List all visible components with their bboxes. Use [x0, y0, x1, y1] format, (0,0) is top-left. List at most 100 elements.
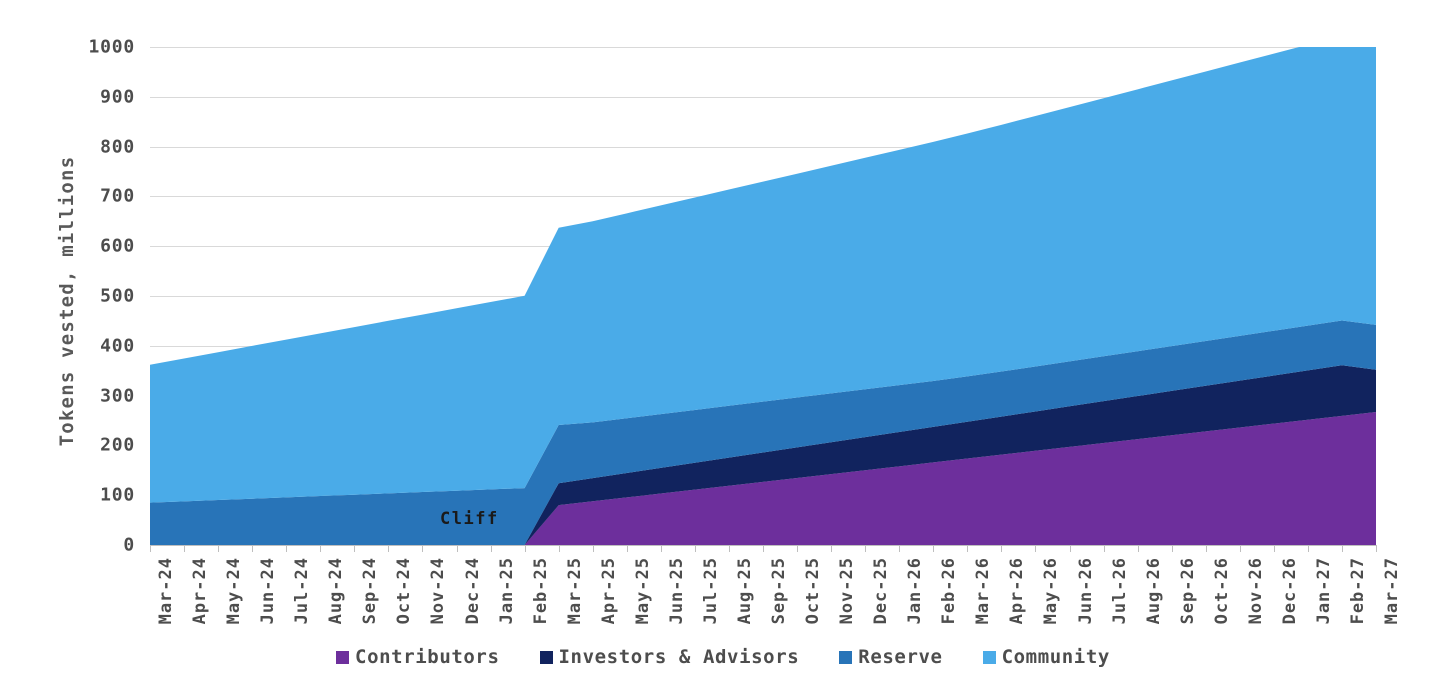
x-axis-tick-label: Feb-27 — [1347, 557, 1368, 625]
x-axis-tick-mark — [1376, 545, 1377, 552]
x-axis-tick-labels: Mar-24 Apr-24 May-24 Jun-24 Jul-24 Aug-24 Sep-… — [0, 545, 1446, 645]
x-axis-tick-mark — [388, 545, 390, 552]
x-axis-tick-mark — [899, 545, 901, 552]
x-axis-tick-mark — [1239, 545, 1241, 552]
x-axis-tick-mark — [865, 545, 867, 552]
x-axis-tick-label: Aug-24 — [326, 557, 347, 625]
y-axis-tick-label: 200 — [100, 434, 135, 456]
x-axis-tick-mark — [831, 545, 833, 552]
x-axis-tick-mark — [1341, 545, 1343, 552]
x-axis-tick-mark — [456, 545, 458, 552]
x-axis-tick-label: Nov-26 — [1245, 557, 1266, 625]
legend-label: Community — [1001, 646, 1110, 668]
x-axis-tick-label: Sep-24 — [360, 557, 381, 625]
x-axis-tick-label: Jul-26 — [1109, 557, 1130, 625]
x-axis-tick-mark — [728, 545, 730, 552]
vesting-area-chart: Tokens vested, millions 0 100 200 300 400 500… — [0, 0, 1446, 698]
x-axis-tick-mark — [1137, 545, 1139, 552]
x-axis-tick-mark — [1205, 545, 1207, 552]
legend-item[interactable]: Investors & Advisors — [539, 646, 800, 668]
x-axis-tick-label: Dec-25 — [871, 557, 892, 625]
x-axis-tick-label: Jun-24 — [258, 557, 279, 625]
x-axis-tick-label: Dec-24 — [462, 557, 483, 625]
x-axis-tick-label: Apr-26 — [1007, 557, 1028, 625]
x-axis-tick-mark — [1069, 545, 1071, 552]
x-axis-tick-mark — [763, 545, 764, 552]
legend-label: Investors & Advisors — [558, 646, 800, 668]
y-axis-tick-label: 500 — [100, 285, 135, 307]
x-axis-tick-label: Jul-24 — [292, 557, 313, 625]
chart-legend: Contributors Investors & Advisors Reserve C… — [0, 646, 1446, 668]
x-axis-tick-label: Sep-25 — [769, 557, 789, 625]
x-axis-tick-label: Sep-26 — [1177, 557, 1198, 625]
x-axis-tick-mark — [1103, 545, 1105, 552]
x-axis-tick-label: Mar-26 — [973, 557, 994, 625]
y-axis-tick-label: 100 — [100, 484, 135, 506]
x-axis-tick-mark — [1273, 545, 1275, 552]
x-axis-tick-label: Jan-26 — [905, 557, 926, 625]
legend-swatch-icon — [982, 650, 996, 664]
x-axis-tick-mark — [422, 545, 424, 552]
x-axis-tick-label: May-25 — [632, 557, 653, 625]
legend-swatch-icon — [839, 650, 853, 664]
legend-label: Reserve — [858, 646, 943, 668]
x-axis-tick-label: Jul-25 — [700, 557, 721, 625]
x-axis-tick-label: Apr-25 — [598, 557, 619, 625]
x-axis-tick-label: Aug-26 — [1143, 557, 1164, 625]
x-axis-tick-label: Feb-26 — [939, 557, 960, 625]
x-axis-tick-mark — [933, 545, 935, 552]
x-axis-tick-label: Oct-25 — [803, 557, 824, 625]
y-axis-tick-label: 900 — [100, 86, 135, 108]
x-axis-tick-mark — [1035, 545, 1037, 552]
x-axis-tick-label: May-26 — [1041, 557, 1062, 625]
x-axis-tick-label: Mar-27 — [1382, 557, 1402, 625]
x-axis-tick-label: Apr-24 — [190, 557, 211, 625]
x-axis-tick-mark — [218, 545, 220, 552]
legend-swatch-icon — [336, 650, 350, 664]
x-axis-tick-mark — [286, 545, 288, 552]
x-axis-tick-label: May-24 — [224, 557, 245, 625]
x-axis-tick-mark — [1307, 545, 1309, 552]
x-axis-tick-label: Oct-26 — [1211, 557, 1232, 625]
x-axis-tick-mark — [558, 545, 560, 552]
x-axis-tick-mark — [490, 545, 492, 552]
x-axis-tick-mark — [626, 545, 628, 552]
y-axis-tick-label: 400 — [100, 335, 135, 357]
x-axis-tick-mark — [184, 545, 186, 552]
y-axis-tick-label: 600 — [100, 235, 135, 257]
x-axis-tick-label: Jun-25 — [666, 557, 687, 625]
y-axis-tick-label: 300 — [100, 385, 135, 407]
x-axis-tick-mark — [252, 545, 254, 552]
x-axis-tick-label: Jan-27 — [1313, 557, 1334, 625]
y-axis-tick-label: 800 — [100, 136, 135, 158]
x-axis-tick-label: Mar-24 — [156, 557, 176, 625]
x-axis-tick-mark — [1001, 545, 1003, 552]
legend-label: Contributors — [355, 646, 500, 668]
x-axis-tick-label: Aug-25 — [734, 557, 755, 625]
x-axis-tick-mark — [354, 545, 356, 552]
x-axis-tick-mark — [150, 545, 151, 552]
x-axis-tick-mark — [592, 545, 594, 552]
x-axis-tick-label: Dec-26 — [1279, 557, 1300, 625]
x-axis-tick-label: Mar-25 — [564, 557, 585, 625]
x-axis-tick-label: Oct-24 — [394, 557, 415, 625]
x-axis-tick-mark — [524, 545, 526, 552]
x-axis-tick-mark — [967, 545, 969, 552]
stacked-area-series — [150, 47, 1376, 545]
x-axis-tick-label: Jan-25 — [496, 557, 517, 625]
x-axis-tick-label: Feb-25 — [530, 557, 551, 625]
x-axis-tick-label: Nov-25 — [837, 557, 858, 625]
legend-item[interactable]: Contributors — [336, 646, 499, 668]
x-axis-tick-mark — [660, 545, 662, 552]
plot-area: Cliff — [150, 47, 1376, 545]
x-axis-tick-mark — [694, 545, 696, 552]
x-axis-tick-label: Jun-26 — [1075, 557, 1096, 625]
legend-item[interactable]: Community — [982, 646, 1110, 668]
legend-item[interactable]: Reserve — [839, 646, 942, 668]
cliff-annotation-label: Cliff — [440, 509, 499, 529]
x-axis-tick-mark — [1171, 545, 1173, 552]
x-axis-tick-mark — [320, 545, 322, 552]
y-axis-tick-label: 1000 — [88, 36, 135, 58]
x-axis-tick-label: Nov-24 — [428, 557, 449, 625]
y-axis-tick-label: 700 — [100, 185, 135, 207]
